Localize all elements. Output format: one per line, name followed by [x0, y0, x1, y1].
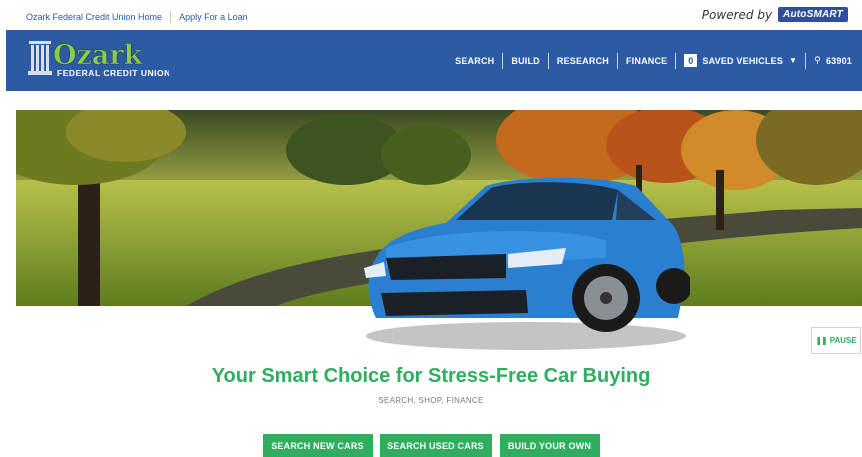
pause-label: PAUSE [829, 336, 857, 345]
apply-loan-link[interactable]: Apply For a Loan [179, 12, 248, 22]
nav-build[interactable]: BUILD [511, 56, 540, 66]
divider [170, 11, 172, 23]
zip-code: 63901 [825, 55, 852, 66]
nav-saved-vehicles[interactable]: 0 SAVED VEHICLES ▼ [684, 54, 797, 67]
divider [675, 52, 677, 69]
nav-research[interactable]: RESEARCH [557, 56, 609, 66]
svg-text:Ozark: Ozark [53, 40, 144, 71]
search-new-cars-button[interactable]: SEARCH NEW CARS [262, 434, 373, 457]
cta-group: SEARCH NEW CARS SEARCH USED CARS BUILD Y… [0, 434, 862, 457]
pause-button[interactable]: ❚❚ PAUSE [811, 327, 861, 354]
nav-location[interactable]: ⚲ 63901 [814, 55, 852, 66]
ozark-logo[interactable]: Ozark FEDERAL CREDIT UNION [27, 39, 169, 81]
map-pin-icon: ⚲ [814, 55, 821, 65]
top-links: Ozark Federal Credit Union Home Apply Fo… [26, 11, 248, 23]
nav-search[interactable]: SEARCH [455, 56, 494, 66]
nav-finance[interactable]: FINANCE [626, 56, 667, 66]
powered-by-text: Powered by [701, 7, 773, 22]
divider [805, 52, 807, 69]
page-subline: SEARCH, SHOP, FINANCE [378, 396, 484, 405]
pause-icon: ❚❚ [815, 336, 827, 345]
divider [616, 52, 618, 69]
search-used-cars-button[interactable]: SEARCH USED CARS [379, 434, 492, 457]
pillar-icon [28, 41, 52, 75]
top-bar: Ozark Federal Credit Union Home Apply Fo… [0, 0, 862, 30]
saved-vehicles-label: SAVED VEHICLES [702, 55, 784, 66]
page-headline: Your Smart Choice for Stress-Free Car Bu… [211, 365, 651, 387]
svg-text:FEDERAL CREDIT UNION: FEDERAL CREDIT UNION [57, 68, 169, 78]
nav-links: SEARCH BUILD RESEARCH FINANCE 0 SAVED VE… [455, 30, 852, 91]
chevron-down-icon: ▼ [789, 56, 798, 65]
main-nav: Ozark FEDERAL CREDIT UNION SEARCH BUILD … [6, 30, 862, 91]
powered-by: Powered by AutoSMART [702, 7, 848, 22]
credit-union-home-link[interactable]: Ozark Federal Credit Union Home [26, 12, 162, 22]
divider [502, 52, 504, 69]
build-your-own-button[interactable]: BUILD YOUR OWN [499, 434, 600, 457]
car-image [364, 177, 690, 350]
saved-count-badge: 0 [684, 54, 698, 67]
autosmart-logo[interactable]: AutoSMART [778, 7, 848, 22]
divider [547, 52, 549, 69]
